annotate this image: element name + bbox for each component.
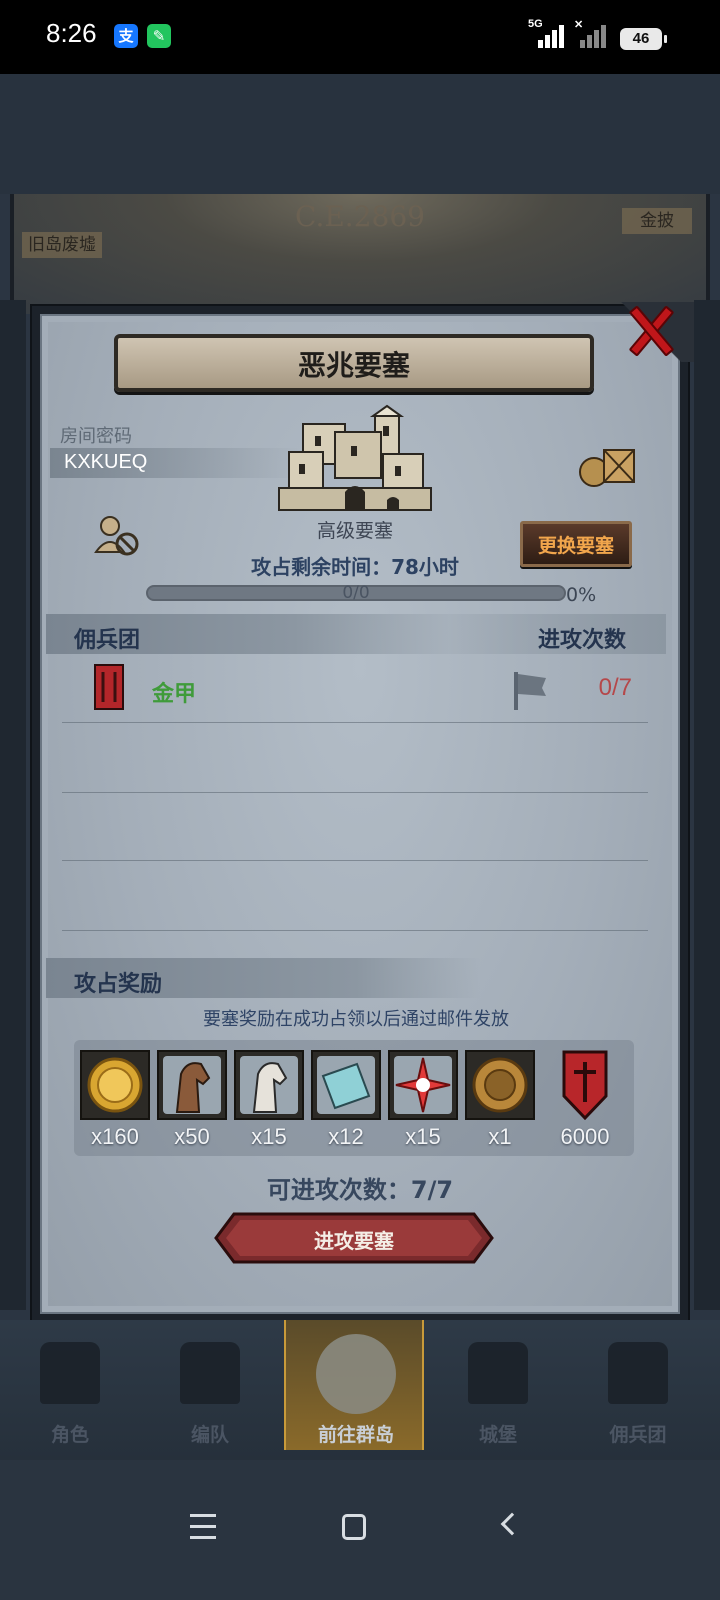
red-shield-icon[interactable] [562,1050,608,1120]
reward-qty-knight-medal: x1 [488,1124,512,1149]
network-type: 5G [528,18,543,30]
island-map-icon [316,1334,396,1414]
supply-crate-icon[interactable] [578,444,636,488]
nav-tab-formation[interactable]: 编队 [140,1320,280,1450]
nav-label: 编队 [190,1424,229,1446]
row-divider [62,860,648,861]
right-edge-shadow [694,300,720,1310]
knight-medal-icon [472,1057,528,1113]
reward-item-brown-horse[interactable] [157,1050,227,1120]
row-divider [62,722,648,723]
room-code-value[interactable]: KXKUEQ [64,451,147,474]
reward-item-knight-medal[interactable] [465,1050,535,1120]
mercenary-attack-count: 0/7 [598,674,632,701]
mercenary-name[interactable]: 金甲 [152,676,196,708]
room-code-label: 房间密码 [60,426,132,447]
map-location-label-right: 金披 [622,208,692,234]
white-horse-icon [240,1056,298,1114]
nav-tab-character[interactable]: 角色 [0,1320,140,1450]
reward-header: 攻占奖励 [74,972,163,997]
fortress-type-label: 高级要塞 [316,520,393,542]
tool-app-icon: ✎ [147,24,171,48]
nav-label: 角色 [50,1424,89,1446]
map-location-label-left: 旧岛废墟 [22,232,102,258]
attack-fortress-label[interactable]: 进攻要塞 [214,1225,494,1254]
back-button[interactable] [490,1510,530,1546]
knight-helmet-icon [40,1342,100,1404]
status-time: 8:26 [46,18,97,48]
mercenary-header: 佣兵团 [74,628,141,653]
status-bar: 8:26 支 ✎ 5G ✕ 46 [0,0,720,74]
time-remaining: 攻占剩余时间：78小时 [251,555,459,579]
reward-qty-red-star: x15 [405,1124,441,1149]
change-fortress-label[interactable]: 更换要塞 [520,531,632,558]
flag-icon [514,672,546,710]
alipay-app-icon: 支 [114,24,138,48]
battery-indicator: 46 [620,28,667,50]
nav-tab-mercenary[interactable]: 佣兵团 [568,1320,708,1450]
reward-item-gold-coin[interactable] [80,1050,150,1120]
red-star-icon [394,1056,452,1114]
home-button[interactable] [334,1510,374,1546]
no-signal-mark: ✕ [574,19,584,31]
castle-icon [278,404,432,511]
mercenary-banner-icon [94,664,124,710]
back-icon [500,1512,524,1536]
progress-percent: 0% [566,584,597,606]
cellular-signal-icon: 5G [528,18,564,50]
reward-qty-brown-horse: x50 [174,1124,210,1149]
reward-qty-gold-coin: x160 [91,1124,139,1149]
nav-tab-islands[interactable]: 前往群岛 [284,1320,424,1450]
reward-qty-white-horse: x15 [251,1124,287,1149]
reward-qty-cloth-scroll: x12 [328,1124,364,1149]
nav-tab-castle[interactable]: 城堡 [428,1320,568,1450]
cellular-signal-2-icon: ✕ [574,19,610,50]
recent-apps-button[interactable] [184,1510,224,1546]
attack-count-header: 进攻次数 [538,628,627,653]
era-label: C.E.2869 [295,200,425,233]
reward-item-white-horse[interactable] [234,1050,304,1120]
top-blank-area [0,74,720,194]
nav-label: 城堡 [478,1424,517,1446]
row-divider [62,792,648,793]
nav-label: 前往群岛 [317,1424,394,1446]
progress-count: 0/0 [342,583,370,603]
reward-note: 要塞奖励在成功占领以后通过邮件发放 [203,1009,509,1030]
left-edge-shadow [0,300,26,1310]
gold-coin-icon [87,1057,143,1113]
brown-horse-icon [163,1056,221,1114]
castle-nav-icon [468,1342,528,1404]
home-icon [342,1514,366,1540]
ship-icon [608,1342,668,1404]
dialog-title: 恶兆要塞 [297,349,410,382]
nav-label: 佣兵团 [609,1424,667,1446]
close-button[interactable] [620,300,680,360]
cloth-scroll-icon [317,1056,375,1114]
status-indicators: 5G ✕ 46 [528,18,667,50]
reward-item-red-star[interactable] [388,1050,458,1120]
row-divider [62,930,648,931]
user-blocked-icon[interactable] [94,514,140,558]
reward-qty-red-shield: 6000 [560,1124,610,1149]
reward-item-cloth-scroll[interactable] [311,1050,381,1120]
armored-knight-icon [180,1342,240,1404]
available-attacks: 可进攻次数：7/7 [266,1176,454,1204]
